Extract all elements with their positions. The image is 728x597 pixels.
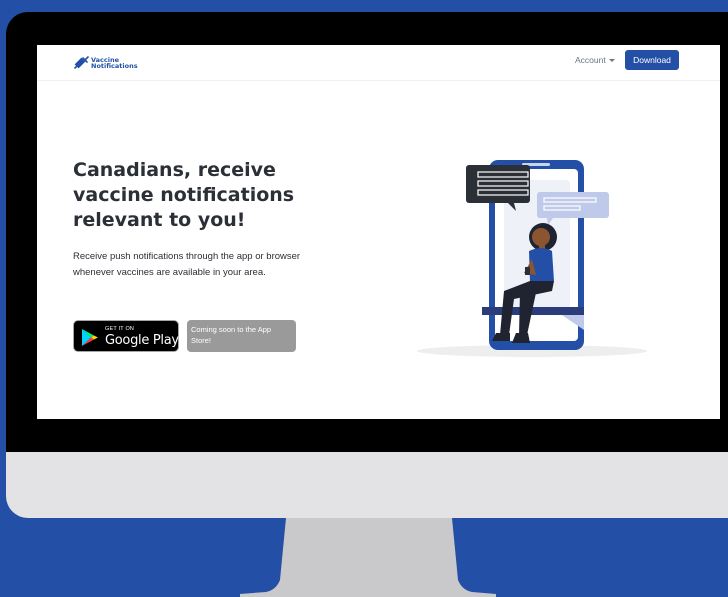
google-play-badge[interactable]: GET IT ON Google Play [73, 320, 179, 352]
caret-down-icon [608, 58, 615, 62]
app-store-coming-soon-button[interactable]: Coming soon to the App Store! [187, 320, 296, 352]
brand-logo-text: Vaccine Notifications [91, 55, 138, 70]
monitor-chin [6, 452, 728, 518]
brand-logo[interactable]: Vaccine Notifications [73, 54, 138, 72]
syringe-icon [74, 56, 89, 69]
phone-notifications-illustration [417, 160, 647, 357]
monitor-stand [240, 518, 496, 597]
download-button[interactable]: Download [625, 50, 679, 70]
hero-headline: Canadians, receive vaccine notifications… [73, 159, 295, 231]
google-play-icon [82, 329, 98, 346]
navbar: Vaccine Notifications Account Download [37, 45, 720, 81]
account-dropdown[interactable]: Account [575, 54, 615, 66]
google-play-big-text: Google Play [105, 333, 179, 348]
account-label: Account [575, 55, 606, 65]
google-play-small-text: GET IT ON [105, 326, 135, 332]
browser-screen: Vaccine Notifications Account Download C… [37, 45, 720, 419]
hero-subtext: Receive push notifications through the a… [73, 251, 301, 278]
